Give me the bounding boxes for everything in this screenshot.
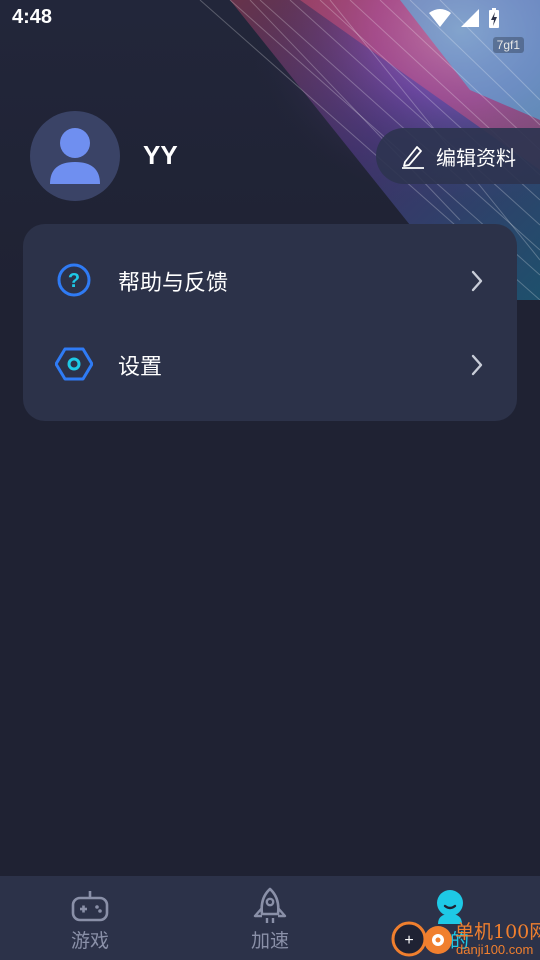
watermark-logo-icon: + bbox=[391, 921, 452, 957]
svg-text:?: ? bbox=[68, 270, 80, 292]
nav-tab-label: 游戏 bbox=[70, 930, 109, 952]
chevron-right-icon bbox=[471, 270, 483, 292]
menu-item-label: 帮助与反馈 bbox=[118, 271, 229, 296]
nav-tab-label: 加速 bbox=[250, 930, 289, 952]
menu-item-label: 设置 bbox=[118, 355, 163, 380]
site-watermark: + 单机100网 danji100.com bbox=[388, 916, 540, 960]
watermark-url: danji100.com bbox=[456, 942, 534, 957]
status-time: 4:48 bbox=[12, 6, 53, 28]
svg-text:+: + bbox=[404, 932, 413, 949]
nav-tab-games[interactable]: 游戏 bbox=[0, 876, 180, 960]
menu-card: ? 帮助与反馈 设置 bbox=[23, 224, 517, 421]
edit-profile-button[interactable]: 编辑资料 bbox=[376, 128, 540, 184]
help-icon: ? bbox=[57, 263, 91, 297]
chevron-right-icon bbox=[471, 354, 483, 376]
nav-tab-boost[interactable]: 加速 bbox=[180, 876, 360, 960]
rocket-icon bbox=[253, 887, 287, 923]
edit-profile-label: 编辑资料 bbox=[436, 145, 516, 170]
avatar[interactable] bbox=[30, 111, 120, 201]
battery-charging-icon bbox=[489, 8, 499, 28]
build-tag: 7gf1 bbox=[492, 37, 524, 53]
user-icon bbox=[50, 128, 100, 184]
status-icons bbox=[428, 7, 500, 29]
menu-item-help-feedback[interactable]: ? 帮助与反馈 bbox=[23, 239, 517, 323]
status-bar: 4:48 7gf1 bbox=[0, 0, 540, 53]
wifi-icon bbox=[429, 9, 451, 27]
username: YY bbox=[143, 140, 178, 170]
pencil-icon bbox=[402, 146, 424, 169]
gamepad-icon bbox=[71, 891, 109, 922]
menu-item-settings[interactable]: 设置 bbox=[23, 323, 517, 407]
settings-icon bbox=[55, 347, 93, 381]
signal-icon bbox=[461, 9, 479, 27]
watermark-text: 单机100网 bbox=[455, 921, 540, 943]
